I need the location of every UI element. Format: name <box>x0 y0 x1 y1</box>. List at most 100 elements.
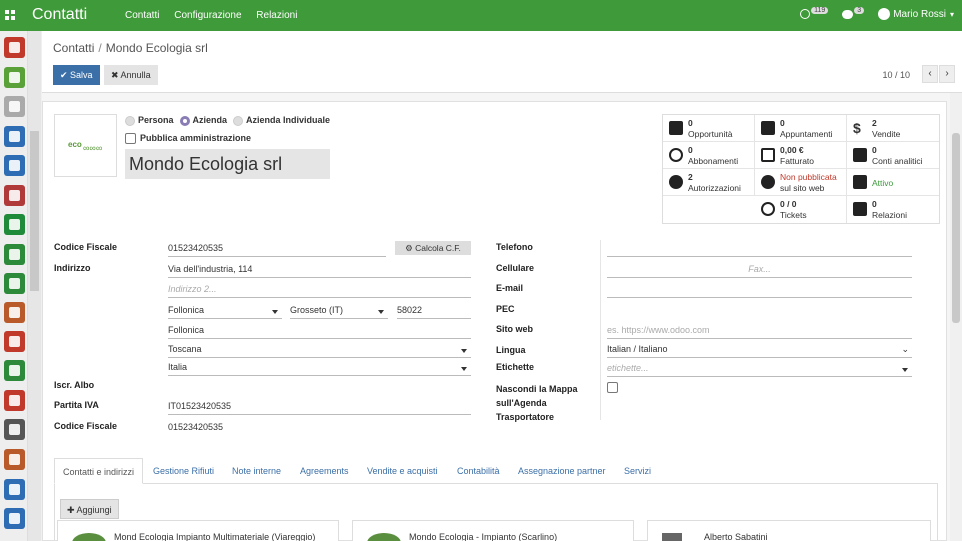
calcola-cf-button[interactable]: ⚙ Calcola C.F. <box>395 241 471 255</box>
sidebar-app-icon[interactable] <box>4 479 25 500</box>
sidebar-app-icon[interactable] <box>4 419 25 440</box>
sidebar-app-icon[interactable] <box>4 214 25 235</box>
sidebar-app-icon[interactable] <box>4 155 25 176</box>
tab-servizi[interactable]: Servizi <box>616 458 659 484</box>
company-name-input[interactable]: Mondo Ecologia srl <box>125 149 330 179</box>
smart-tickets[interactable]: 0 / 0 Tickets <box>755 196 847 223</box>
sidebar-app-icon[interactable] <box>4 273 25 294</box>
public-admin-checkbox[interactable]: Pubblica amministrazione <box>125 133 251 145</box>
telefono-input[interactable] <box>607 243 912 257</box>
add-contact-button[interactable]: ✚ Aggiungi <box>60 499 119 519</box>
sidebar-app-icon[interactable] <box>4 360 25 381</box>
nascondi-mappa-checkbox[interactable] <box>607 382 618 393</box>
pager-prev-button[interactable]: ‹ <box>922 65 938 83</box>
label-lingua: Lingua <box>496 345 526 355</box>
tab-agreements[interactable]: Agreements <box>292 458 357 484</box>
smart-opportunita[interactable]: 0 Opportunità <box>663 115 755 142</box>
city-select[interactable]: Follonica <box>168 305 282 319</box>
menu-relazioni[interactable]: Relazioni <box>256 10 297 21</box>
tab-vendite-acquisti[interactable]: Vendite e acquisti <box>359 458 446 484</box>
company-type-radio: Persona Azienda Azienda Individuale <box>125 115 330 126</box>
sidebar-app-icon[interactable] <box>4 331 25 352</box>
pec-input[interactable] <box>607 305 912 319</box>
sidebar-app-icon[interactable] <box>4 185 25 206</box>
fax-input[interactable]: Fax... <box>607 264 912 278</box>
sidebar-app-icon[interactable] <box>4 390 25 411</box>
region-select[interactable]: Toscana <box>168 344 471 358</box>
smart-vendite[interactable]: $2 Vendite <box>847 115 939 142</box>
contact-card[interactable]: Alberto Sabatini <box>647 520 931 541</box>
menu-configurazione[interactable]: Configurazione <box>174 10 241 21</box>
smart-abbonamenti[interactable]: 0 Abbonamenti <box>663 142 755 169</box>
sidebar-app-icon[interactable] <box>4 67 25 88</box>
label-nascondi-mappa: Nascondi la Mappa sull'Agenda Trasportat… <box>496 384 578 422</box>
sidebar-app-icon[interactable] <box>4 96 25 117</box>
codice-fiscale-input[interactable]: 01523420535 <box>168 243 386 257</box>
form-sheet-bg: eco ∞∞∞ Persona Azienda Azienda Individu… <box>42 93 950 541</box>
label-sito-web: Sito web <box>496 324 534 334</box>
sidebar-scrollbar[interactable] <box>28 31 41 541</box>
app-sidebar <box>0 31 28 541</box>
street2-input[interactable]: Indirizzo 2... <box>168 284 471 298</box>
sidebar-app-icon[interactable] <box>4 508 25 529</box>
street-input[interactable]: Via dell'industria, 114 <box>168 264 471 278</box>
tab-contatti-indirizzi[interactable]: Contatti e indirizzi <box>54 458 144 484</box>
user-name[interactable]: Mario Rossi <box>893 9 946 20</box>
company-logo[interactable]: eco ∞∞∞ <box>54 114 117 177</box>
contact-card[interactable]: Mondo Ecologia - Impianto (Scarlino) <box>352 520 634 541</box>
sidebar-app-icon[interactable] <box>4 449 25 470</box>
sidebar-app-icon[interactable] <box>4 244 25 265</box>
notebook-tabs: Contatti e indirizzi Gestione Rifiuti No… <box>54 458 938 484</box>
province-select[interactable]: Grosseto (IT) <box>290 305 388 319</box>
app-brand[interactable]: Contatti <box>32 6 87 24</box>
activity-clock-icon[interactable] <box>800 9 811 19</box>
smart-conti-analitici[interactable]: 0 Conti analitici <box>847 142 939 169</box>
etichette-input[interactable]: etichette... <box>607 363 912 377</box>
user-menu-caret-icon[interactable]: ▾ <box>950 10 954 19</box>
lingua-select[interactable]: Italian / Italiano ⌄ <box>607 344 912 358</box>
page-scrollbar[interactable] <box>950 93 962 541</box>
sidebar-app-icon[interactable] <box>4 126 25 147</box>
calendar-icon <box>761 121 775 135</box>
smart-appuntamenti[interactable]: 0 Appuntamenti <box>755 115 847 142</box>
label-indirizzo: Indirizzo <box>54 263 91 273</box>
gear-icon <box>669 175 683 189</box>
radio-azienda-individuale[interactable]: Azienda Individuale <box>233 115 330 126</box>
apps-menu-icon[interactable] <box>5 10 15 20</box>
label-telefono: Telefono <box>496 242 533 252</box>
top-menu: Contatti Configurazione Relazioni <box>125 10 309 21</box>
country-select[interactable]: Italia <box>168 362 471 376</box>
radio-azienda[interactable]: Azienda <box>179 115 227 126</box>
email-input[interactable] <box>607 284 912 298</box>
lifebuoy-icon <box>761 202 775 216</box>
tab-note-interne[interactable]: Note interne <box>224 458 289 484</box>
smart-autorizzazioni[interactable]: 2 Autorizzazioni <box>663 169 755 196</box>
tab-contabilita[interactable]: Contabilità <box>449 458 508 484</box>
city2-input[interactable]: Follonica <box>168 325 471 339</box>
pager-next-button[interactable]: › <box>939 65 955 83</box>
label-etichette: Etichette <box>496 362 535 372</box>
cancel-button[interactable]: ✖ Annulla <box>104 65 158 85</box>
smart-sito-web[interactable]: Non pubblicata sul sito web <box>755 169 847 196</box>
zip-input[interactable]: 58022 <box>397 305 471 319</box>
breadcrumb-parent[interactable]: Contatti <box>53 41 94 55</box>
tab-gestione-rifiuti[interactable]: Gestione Rifiuti <box>145 458 222 484</box>
smart-fatturato[interactable]: 0,00 € Fatturato <box>755 142 847 169</box>
menu-contatti[interactable]: Contatti <box>125 10 159 21</box>
sidebar-app-icon[interactable] <box>4 302 25 323</box>
save-button[interactable]: ✔ Salva <box>53 65 100 85</box>
tab-assegnazione-partner[interactable]: Assegnazione partner <box>510 458 614 484</box>
messages-icon[interactable] <box>842 9 854 19</box>
avatar <box>72 533 106 541</box>
label-codice-fiscale-2: Codice Fiscale <box>54 421 118 431</box>
smart-attivo[interactable]: Attivo <box>847 169 939 196</box>
control-panel: Contatti / Mondo Ecologia srl ✔ Salva ✖ An… <box>42 31 962 93</box>
iscr-albo-input[interactable] <box>168 381 471 395</box>
sito-web-input[interactable]: es. https://www.odoo.com <box>607 325 912 339</box>
sidebar-app-icon[interactable] <box>4 37 25 58</box>
smart-relazioni[interactable]: 0 Relazioni <box>847 196 939 223</box>
radio-persona[interactable]: Persona <box>125 115 174 126</box>
partita-iva-input[interactable]: IT01523420535 <box>168 401 471 415</box>
user-avatar[interactable] <box>878 8 891 20</box>
contact-card[interactable]: Mond Ecologia Impianto Multimateriale (V… <box>57 520 339 541</box>
